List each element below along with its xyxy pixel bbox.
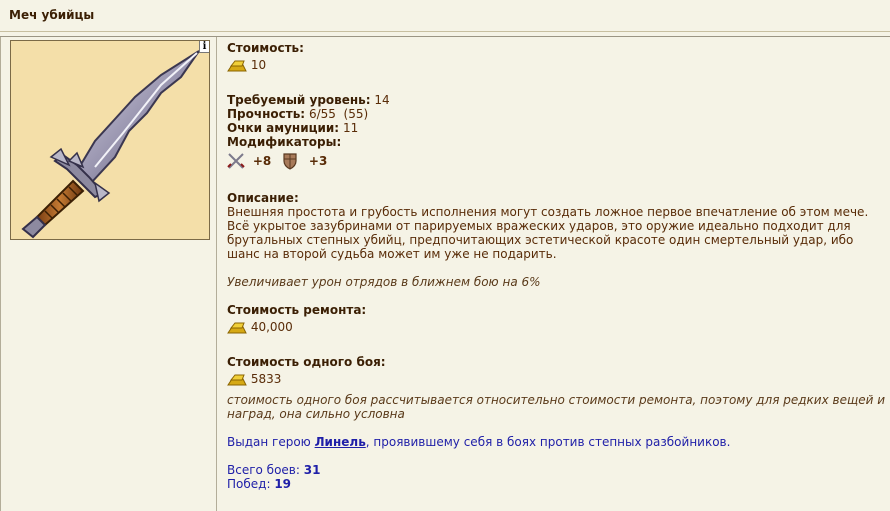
page-title: Меч убийцы xyxy=(9,8,95,22)
ammo-value: 11 xyxy=(342,121,359,135)
durability-label: Прочность: xyxy=(227,107,306,121)
cost-label: Стоимость: xyxy=(227,41,304,55)
ammo-label: Очки амуниции: xyxy=(227,121,340,135)
crossed-swords-icon xyxy=(227,152,245,170)
sword-icon xyxy=(21,50,200,239)
cost-row: 10 xyxy=(227,58,266,72)
header: Меч убийцы xyxy=(0,0,890,32)
battle-cost-label: Стоимость одного боя: xyxy=(227,355,386,369)
item-panel: i Стоимость: 10 Требуемый уровень: 14 Пр… xyxy=(0,36,890,511)
repair-label: Стоимость ремонта: xyxy=(227,303,367,317)
awarded-prefix: Выдан герою xyxy=(227,435,315,449)
gold-icon xyxy=(227,59,247,72)
repair-value: 40,000 xyxy=(250,320,293,334)
repair-row: 40,000 xyxy=(227,320,293,334)
shield-icon xyxy=(281,152,299,170)
gold-icon xyxy=(227,321,247,334)
modifiers-label: Модификаторы: xyxy=(227,135,342,149)
modifiers-row: +8 +3 xyxy=(227,152,327,170)
description-text: Внешняя простота и грубость исполнения м… xyxy=(227,205,869,261)
awarded-suffix: , проявившему себя в боях против степных… xyxy=(365,435,731,449)
modifier-defense-value: +3 xyxy=(308,153,328,168)
battles-row: Всего боев: 31 xyxy=(227,463,320,477)
wins-row: Побед: 19 xyxy=(227,477,291,491)
req-level-value: 14 xyxy=(374,93,390,107)
modifier-attack-value: +8 xyxy=(252,153,272,168)
durability-row: Прочность: 6/55 (55) xyxy=(227,107,368,121)
req-level-label: Требуемый уровень: xyxy=(227,93,371,107)
item-artwork: i xyxy=(10,40,210,240)
cost-value: 10 xyxy=(250,58,267,72)
hero-link[interactable]: Линель xyxy=(315,435,366,449)
wins-value: 19 xyxy=(274,477,292,491)
description-label: Описание: xyxy=(227,191,299,205)
gold-icon xyxy=(227,373,247,386)
info-icon[interactable]: i xyxy=(199,41,209,53)
battles-label: Всего боев: xyxy=(227,463,304,477)
ammo-row: Очки амуниции: 11 xyxy=(227,121,358,135)
durability-value: 6/55 (55) xyxy=(308,107,369,121)
battle-cost-value: 5833 xyxy=(250,372,282,386)
effect-text: Увеличивает урон отрядов в ближнем бою н… xyxy=(227,275,541,289)
req-level-row: Требуемый уровень: 14 xyxy=(227,93,390,107)
awarded-text: Выдан герою Линель, проявившему себя в б… xyxy=(227,435,730,449)
item-image-cell: i xyxy=(0,37,217,511)
wins-label: Побед: xyxy=(227,477,275,491)
battle-cost-note: стоимость одного боя рассчитывается отно… xyxy=(227,393,886,421)
battles-value: 31 xyxy=(303,463,321,477)
battle-cost-row: 5833 xyxy=(227,372,281,386)
